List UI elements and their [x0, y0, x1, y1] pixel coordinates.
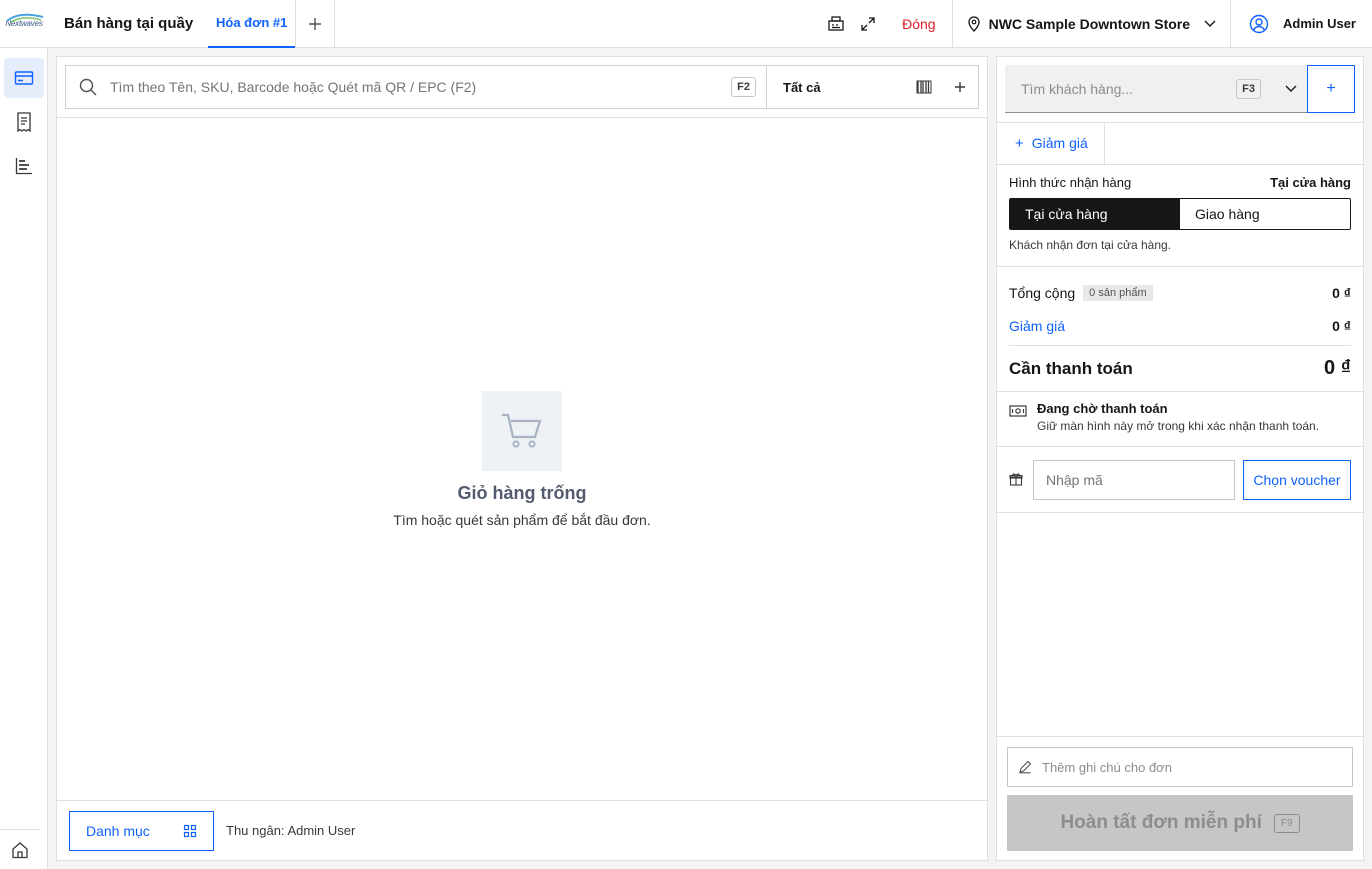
- maximize-icon: [861, 16, 875, 31]
- gift-icon: [1009, 472, 1033, 489]
- user-avatar-icon: [1249, 14, 1269, 33]
- receive-method-header: Hình thức nhận hàng Tại cửa hàng: [1009, 175, 1351, 190]
- cart-panel: F2 Tất cả Giỏ hàng trống Tìm hoặc quét s…: [56, 56, 988, 861]
- amount-due-row: Cần thanh toán 0 ₫: [1009, 357, 1351, 380]
- divider: [57, 117, 987, 118]
- receive-method-toggle: Tại cửa hàng Giao hàng: [1009, 198, 1351, 230]
- add-product-button[interactable]: [942, 81, 978, 93]
- receive-method-note: Khách nhận đơn tại cửa hàng.: [1009, 238, 1172, 252]
- cash-icon: [1009, 401, 1037, 433]
- category-filter[interactable]: Tất cả: [766, 66, 978, 108]
- logo-swoosh-icon: [6, 13, 44, 23]
- discount-link[interactable]: Giảm giá: [1009, 318, 1065, 334]
- add-discount-button[interactable]: + Giảm giá: [997, 122, 1105, 164]
- order-note-field[interactable]: Thêm ghi chú cho đơn: [1007, 747, 1353, 787]
- discount-value: 0 ₫: [1332, 318, 1351, 334]
- category-button[interactable]: Danh mục: [69, 810, 214, 851]
- receive-method-value: Tại cửa hàng: [1270, 175, 1351, 190]
- voucher-row: Chọn voucher: [1009, 460, 1351, 500]
- amount-due-value: 0 ₫: [1324, 357, 1351, 379]
- location-pin-icon: [967, 15, 980, 32]
- grid-icon: [183, 824, 197, 837]
- empty-cart-title: Giỏ hàng trống: [457, 483, 587, 503]
- home-icon: [12, 841, 28, 858]
- plus-icon: [955, 82, 965, 92]
- payment-status-title: Đang chờ thanh toán: [1037, 401, 1168, 416]
- fullscreen-button[interactable]: [852, 0, 884, 48]
- total-row: Tổng cộng 0 sản phẩm 0 ₫: [1009, 285, 1351, 301]
- divider: [997, 512, 1363, 513]
- discount-button-label: Giảm giá: [1031, 135, 1088, 151]
- card-icon: [14, 71, 34, 85]
- cashier-label: Thu ngân: Admin User: [226, 823, 356, 838]
- total-value: 0 ₫: [1332, 285, 1351, 301]
- discount-row: Giảm giá 0 ₫: [1009, 318, 1351, 334]
- item-count-badge: 0 sản phẩm: [1083, 285, 1153, 301]
- category-button-label: Danh mục: [86, 822, 150, 839]
- divider: [1009, 345, 1351, 346]
- product-search-input[interactable]: [110, 79, 732, 95]
- add-tab-button[interactable]: [295, 0, 336, 48]
- left-rail: [0, 48, 48, 869]
- receipt-icon: [17, 112, 31, 132]
- chevron-down-icon[interactable]: [1275, 85, 1307, 93]
- complete-order-shortcut: F9: [1273, 813, 1300, 833]
- chevron-down-icon: [1204, 20, 1216, 27]
- total-label: Tổng cộng: [1009, 285, 1076, 301]
- divider: [997, 391, 1363, 392]
- checkout-panel: Tìm khách hàng... F3 + + Giảm giá Hình t…: [996, 56, 1364, 861]
- logo-text: Nextwaves: [5, 13, 44, 28]
- search-icon: [66, 78, 110, 96]
- plus-icon: +: [1015, 134, 1024, 152]
- amount-due-label: Cần thanh toán: [1009, 358, 1133, 378]
- logo[interactable]: Nextwaves: [0, 0, 48, 48]
- store-name: NWC Sample Downtown Store: [988, 15, 1191, 32]
- pencil-icon: [1019, 760, 1032, 774]
- tab-invoice-1[interactable]: Hóa đơn #1: [208, 0, 296, 48]
- empty-cart-state: Giỏ hàng trống Tìm hoặc quét sản phẩm để…: [57, 391, 987, 528]
- plus-icon: [309, 17, 322, 30]
- option-delivery[interactable]: Giao hàng: [1180, 199, 1350, 229]
- bar-chart-icon: [15, 158, 32, 175]
- payment-status-subtitle: Giữ màn hình này mở trong khi xác nhận t…: [1037, 419, 1320, 433]
- cash-drawer-button[interactable]: [820, 0, 852, 48]
- rail-item-orders[interactable]: [4, 102, 44, 142]
- filter-label: Tất cả: [783, 79, 821, 95]
- rail-item-reports[interactable]: [4, 146, 44, 186]
- barcode-icon: [916, 80, 932, 94]
- complete-order-label: Hoàn tất đơn miễn phí: [1060, 812, 1262, 833]
- add-customer-button[interactable]: +: [1307, 65, 1355, 113]
- user-menu[interactable]: Admin User: [1231, 0, 1372, 48]
- product-search-bar: F2 Tất cả: [65, 65, 979, 109]
- customer-search-placeholder: Tìm khách hàng...: [1021, 80, 1134, 97]
- order-note-placeholder: Thêm ghi chú cho đơn: [1042, 759, 1172, 775]
- divider: [997, 164, 1363, 165]
- choose-voucher-button[interactable]: Chọn voucher: [1243, 460, 1351, 500]
- register-icon: [828, 15, 844, 31]
- close-button[interactable]: Đóng: [884, 0, 953, 48]
- payment-status: Đang chờ thanh toán Giữ màn hình này mở …: [1009, 401, 1351, 433]
- search-shortcut-badge: F2: [731, 77, 756, 97]
- app-title: Bán hàng tại quầy: [64, 15, 194, 32]
- rail-item-pos[interactable]: [4, 58, 44, 98]
- user-name: Admin User: [1283, 16, 1356, 31]
- store-selector[interactable]: NWC Sample Downtown Store: [953, 0, 1232, 48]
- divider: [997, 446, 1363, 447]
- customer-row: Tìm khách hàng... F3 +: [1005, 65, 1355, 115]
- divider: [997, 266, 1363, 267]
- cart-icon: [482, 391, 562, 471]
- customer-search-field[interactable]: Tìm khách hàng... F3: [1005, 65, 1307, 113]
- voucher-code-input[interactable]: [1033, 460, 1235, 500]
- option-in-store[interactable]: Tại cửa hàng: [1010, 199, 1180, 229]
- cart-footer: Danh mục Thu ngân: Admin User: [57, 800, 987, 860]
- receive-method-label: Hình thức nhận hàng: [1009, 175, 1132, 190]
- empty-cart-subtitle: Tìm hoặc quét sản phẩm để bắt đầu đơn.: [393, 512, 651, 528]
- home-button[interactable]: [0, 829, 40, 869]
- top-bar: Nextwaves Bán hàng tại quầy Hóa đơn #1 Đ…: [0, 0, 1372, 48]
- customer-shortcut-badge: F3: [1236, 78, 1261, 99]
- divider: [997, 736, 1363, 737]
- complete-order-button[interactable]: Hoàn tất đơn miễn phí F9: [1007, 795, 1353, 851]
- barcode-scan-button[interactable]: [906, 80, 942, 94]
